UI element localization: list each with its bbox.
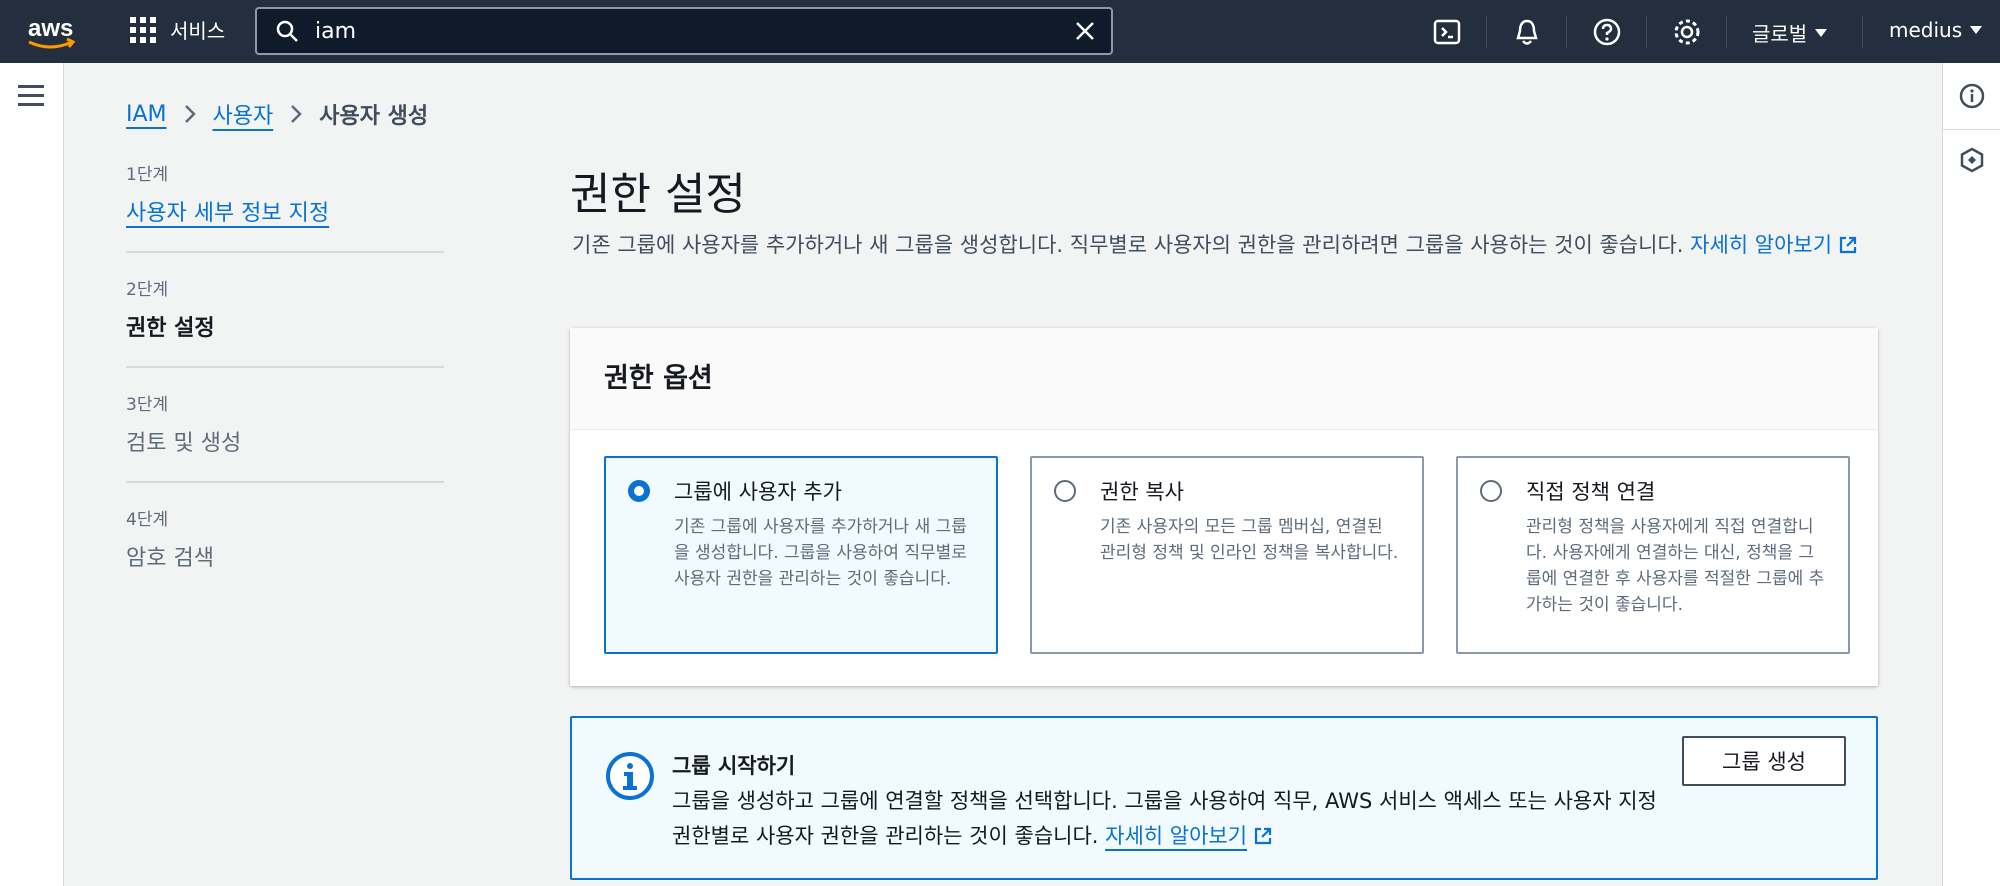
grid-icon xyxy=(130,16,156,43)
radio-selected[interactable] xyxy=(628,480,650,502)
wizard-step: 3단계 검토 및 생성 xyxy=(126,390,444,483)
external-link-icon xyxy=(1839,236,1857,254)
info-panel-icon[interactable] xyxy=(1959,83,1985,109)
step-link-user-details[interactable]: 사용자 세부 정보 지정 xyxy=(126,195,444,227)
cloudshell-icon[interactable] xyxy=(1432,17,1462,47)
services-label: 서비스 xyxy=(170,19,226,43)
learn-more-link[interactable]: 자세히 알아보기 xyxy=(1690,233,1858,257)
alert-body: 그룹을 생성하고 그룹에 연결할 정책을 선택합니다. 그룹을 사용하여 직무,… xyxy=(672,784,1672,854)
nav-divider xyxy=(1486,16,1487,48)
help-panel-icon[interactable] xyxy=(1959,147,1985,173)
wizard-step: 1단계 사용자 세부 정보 지정 xyxy=(126,160,444,253)
breadcrumb-users-link[interactable]: 사용자 xyxy=(213,98,274,130)
option-description: 기존 사용자의 모든 그룹 멤버십, 연결된 관리형 정책 및 인라인 정책을 … xyxy=(1100,517,1399,563)
option-title: 직접 정책 연결 xyxy=(1526,480,1656,504)
wizard-step: 2단계 권한 설정 xyxy=(126,275,444,368)
step-label-password: 암호 검색 xyxy=(126,546,214,571)
clear-search-icon[interactable] xyxy=(1073,19,1097,43)
info-icon xyxy=(606,752,654,800)
search-box[interactable] xyxy=(255,7,1113,55)
wizard-step: 4단계 암호 검색 xyxy=(126,505,444,596)
account-menu[interactable]: medius xyxy=(1889,18,1983,42)
side-nav-rail xyxy=(0,63,64,886)
chevron-right-icon xyxy=(291,105,303,123)
wizard-steps: 1단계 사용자 세부 정보 지정 2단계 권한 설정 3단계 검토 및 생성 4… xyxy=(126,160,444,618)
permission-option-tiles: 그룹에 사용자 추가 기존 그룹에 사용자를 추가하거나 새 그룹을 생성합니다… xyxy=(604,456,1850,654)
search-icon xyxy=(276,20,298,42)
tools-rail xyxy=(1942,63,2000,886)
option-attach-policies[interactable]: 직접 정책 연결 관리형 정책을 사용자에게 직접 연결합니다. 사용자에게 연… xyxy=(1456,456,1850,654)
services-menu-button[interactable]: 서비스 xyxy=(130,15,225,44)
description-text: 기존 그룹에 사용자를 추가하거나 새 그룹을 생성합니다. 직무별로 사용자의… xyxy=(572,233,1691,257)
option-copy-permissions[interactable]: 권한 복사 기존 사용자의 모든 그룹 멤버십, 연결된 관리형 정책 및 인라… xyxy=(1030,456,1424,654)
tools-divider xyxy=(1943,129,2000,130)
account-label: medius xyxy=(1889,18,1963,42)
step-number: 2단계 xyxy=(126,280,169,300)
radio-unselected[interactable] xyxy=(1480,480,1502,502)
nav-divider xyxy=(1726,16,1727,48)
search-input[interactable] xyxy=(315,18,1073,44)
option-title: 그룹에 사용자 추가 xyxy=(674,480,842,504)
option-description: 관리형 정책을 사용자에게 직접 연결합니다. 사용자에게 연결하는 대신, 정… xyxy=(1526,517,1825,615)
nav-divider xyxy=(1862,16,1863,48)
step-number: 3단계 xyxy=(126,395,169,415)
settings-icon[interactable] xyxy=(1672,17,1702,47)
caret-down-icon xyxy=(1970,26,1983,34)
nav-divider xyxy=(1646,16,1647,48)
step-number: 4단계 xyxy=(126,510,169,530)
alert-learn-more-label: 자세히 알아보기 xyxy=(1105,824,1248,848)
learn-more-label: 자세히 알아보기 xyxy=(1690,233,1833,257)
aws-logo[interactable]: aws xyxy=(24,12,80,52)
option-description: 기존 그룹에 사용자를 추가하거나 새 그룹을 생성합니다. 그룹을 사용하여 … xyxy=(674,517,967,589)
nav-divider xyxy=(1566,16,1567,48)
caret-down-icon xyxy=(1815,28,1828,37)
panel-heading: 권한 옵션 xyxy=(570,328,1878,430)
notifications-icon[interactable] xyxy=(1512,17,1542,47)
chevron-right-icon xyxy=(184,105,196,123)
permission-options-panel: 권한 옵션 그룹에 사용자 추가 기존 그룹에 사용자를 추가하거나 새 그룹을… xyxy=(570,328,1878,686)
radio-unselected[interactable] xyxy=(1054,480,1076,502)
step-label-review: 검토 및 생성 xyxy=(126,431,242,456)
create-group-button[interactable]: 그룹 생성 xyxy=(1682,736,1846,786)
breadcrumb-iam-link[interactable]: IAM xyxy=(126,102,167,127)
page-description: 기존 그룹에 사용자를 추가하거나 새 그룹을 생성합니다. 직무별로 사용자의… xyxy=(572,228,1872,263)
step-label-current: 권한 설정 xyxy=(126,316,215,341)
option-add-to-group[interactable]: 그룹에 사용자 추가 기존 그룹에 사용자를 추가하거나 새 그룹을 생성합니다… xyxy=(604,456,998,654)
option-title: 권한 복사 xyxy=(1100,480,1184,504)
help-icon[interactable] xyxy=(1592,17,1622,47)
region-label: 글로벌 xyxy=(1752,22,1808,46)
alert-title: 그룹 시작하기 xyxy=(672,754,796,778)
breadcrumb: IAM 사용자 사용자 생성 xyxy=(126,98,428,130)
page-title: 권한 설정 xyxy=(570,169,746,220)
top-navigation: aws 서비스 iam 글로벌 medius xyxy=(0,0,2000,63)
external-link-icon xyxy=(1254,827,1272,845)
region-selector[interactable]: 글로벌 xyxy=(1752,18,1828,47)
alert-learn-more-link[interactable]: 자세히 알아보기 xyxy=(1105,824,1247,848)
get-started-groups-alert: 그룹 시작하기 그룹을 생성하고 그룹에 연결할 정책을 선택합니다. 그룹을 … xyxy=(570,716,1878,880)
breadcrumb-current: 사용자 생성 xyxy=(319,104,429,129)
step-number: 1단계 xyxy=(126,165,169,185)
aws-logo-text: aws xyxy=(28,15,73,42)
hamburger-menu-icon[interactable] xyxy=(18,85,44,107)
